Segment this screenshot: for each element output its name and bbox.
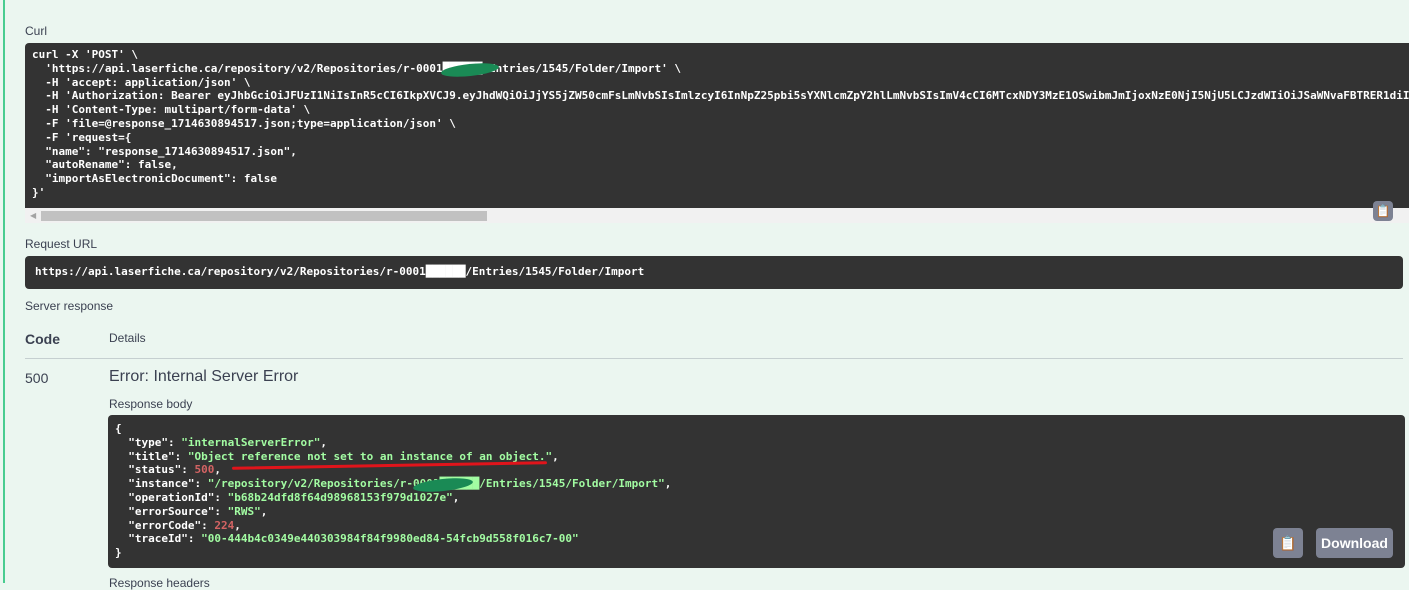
curl-line: "name": "response_1714630894517.json", (32, 144, 297, 158)
copy-to-clipboard-button[interactable]: 📋 (1373, 201, 1393, 221)
error-message: Error: Internal Server Error (109, 368, 299, 385)
divider (25, 358, 1403, 359)
curl-line: -H 'accept: application/json' \ (32, 75, 251, 89)
curl-line: curl -X 'POST' \ (32, 48, 138, 61)
curl-line: "autoRename": false, (32, 158, 178, 172)
clipboard-icon: 📋 (1375, 204, 1391, 218)
status-value: 500 (194, 463, 215, 477)
curl-line: 'https://api.laserfiche.ca/repository/v2… (32, 61, 682, 75)
curl-label: Curl (25, 24, 48, 38)
horizontal-scrollbar[interactable]: ◀ (25, 208, 1409, 223)
section-border (3, 0, 5, 583)
clipboard-icon: 📋 (1279, 534, 1297, 551)
operation-id-value: "b68b24dfd8f64d98968153f979d1027e" (227, 490, 453, 504)
details-column-header: Details (109, 331, 146, 345)
curl-code-block[interactable]: curl -X 'POST' \ 'https://api.laserfiche… (25, 43, 1409, 208)
server-response-label: Server response (25, 299, 114, 313)
curl-line: -F 'file=@response_1714630894517.json;ty… (32, 116, 456, 130)
curl-line: "importAsElectronicDocument": false (32, 172, 278, 186)
type-value: "internalServerError" (181, 435, 321, 449)
trace-id-value: "00-444b4c0349e440303984f84f9980ed84-54f… (201, 532, 579, 546)
copy-response-button[interactable]: 📋 (1273, 528, 1303, 558)
curl-line: -H 'Content-Type: multipart/form-data' \ (32, 103, 311, 117)
scroll-left-arrow-icon[interactable]: ◀ (30, 211, 36, 220)
download-button[interactable]: Download (1316, 528, 1393, 558)
title-value: "Object reference not set to an instance… (187, 449, 553, 463)
request-url-label: Request URL (25, 237, 98, 251)
request-url-value[interactable]: https://api.laserfiche.ca/repository/v2/… (25, 256, 1403, 289)
curl-line: -F 'request={ (32, 130, 132, 144)
scrollbar-thumb[interactable] (41, 211, 487, 221)
curl-line: }' (32, 185, 46, 199)
response-code: 500 (25, 370, 49, 386)
curl-line: -H 'Authorization: Bearer eyJhbGciOiJFUz… (32, 89, 1409, 103)
code-column-header: Code (25, 331, 60, 347)
response-body-block[interactable]: { "type": "internalServerError", "title"… (108, 415, 1405, 568)
response-body-label: Response body (109, 397, 193, 411)
error-source-value: "RWS" (227, 504, 261, 518)
response-headers-label: Response headers (109, 576, 210, 590)
error-code-value: 224 (214, 518, 235, 532)
